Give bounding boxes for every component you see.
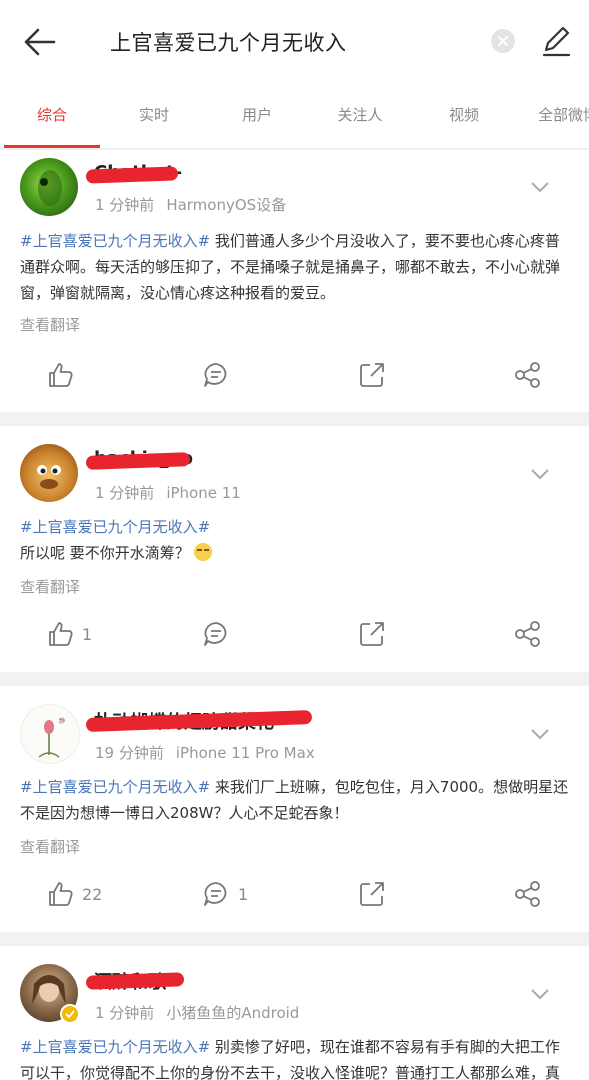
- comment-icon: [204, 363, 227, 387]
- post-source: HarmonyOS设备: [166, 196, 287, 214]
- tab-users[interactable]: 用户: [205, 82, 309, 148]
- tab-realtime[interactable]: 实时: [102, 82, 206, 148]
- like-button[interactable]: 1: [46, 614, 92, 654]
- post-actions: 1: [0, 614, 589, 654]
- chevron-down-icon[interactable]: [528, 722, 552, 746]
- chevron-down-icon[interactable]: [528, 175, 552, 199]
- chevron-down-icon[interactable]: [528, 982, 552, 1006]
- repost-button[interactable]: [358, 355, 386, 395]
- filter-tabs: 综合 实时 用户 关注人 视频 全部微博: [0, 82, 589, 149]
- post-time: 1 分钟前: [95, 484, 155, 502]
- view-translation-link[interactable]: 查看翻译: [20, 314, 80, 335]
- share-nodes-icon: [515, 881, 540, 907]
- comment-button[interactable]: [202, 355, 238, 395]
- post-text: #上官喜爱已九个月无收入# 所以呢 要不你开水滴筹？: [20, 518, 212, 562]
- post-card[interactable]: backix_ao 1 分钟前iPhone 11 #上官喜爱已九个月无收入#所以…: [0, 426, 589, 672]
- thumbs-up-icon: [49, 363, 73, 387]
- share-button[interactable]: [514, 614, 542, 654]
- tab-video[interactable]: 视频: [412, 82, 516, 148]
- comment-button[interactable]: 1: [202, 874, 248, 914]
- repost-button[interactable]: [358, 614, 386, 654]
- post-source: 小猪鱼鱼的Android: [166, 1004, 300, 1022]
- share-external-icon: [360, 622, 384, 646]
- post-meta: 1 分钟前 HarmonyOS设备: [95, 194, 286, 215]
- comment-count: 1: [238, 884, 249, 904]
- compose-icon[interactable]: [538, 22, 574, 58]
- post-text: #上官喜爱已九个月无收入# 来我们厂上班嘛，包吃包住，月入7000。想做明星还不…: [20, 778, 569, 822]
- comment-button[interactable]: [202, 614, 238, 654]
- clear-search-icon[interactable]: [491, 29, 515, 53]
- repost-button[interactable]: [358, 874, 386, 914]
- tab-comprehensive[interactable]: 综合: [0, 82, 104, 148]
- back-arrow-icon[interactable]: [22, 24, 58, 60]
- hashtag-link[interactable]: #上官喜爱已九个月无收入#: [20, 232, 210, 250]
- view-translation-link[interactable]: 查看翻译: [20, 576, 80, 597]
- post-time: 19 分钟前: [95, 744, 164, 762]
- like-count: 22: [82, 884, 103, 904]
- emoji-icon: [193, 543, 212, 561]
- search-header: 上官喜爱已九个月无收入: [0, 0, 589, 82]
- active-tab-indicator: [4, 145, 100, 148]
- hashtag-link[interactable]: #上官喜爱已九个月无收入#: [20, 778, 210, 796]
- verified-badge-icon: [60, 1004, 80, 1024]
- share-nodes-icon: [515, 621, 540, 647]
- svg-text:静: 静: [59, 717, 65, 725]
- view-translation-link[interactable]: 查看翻译: [20, 836, 80, 857]
- username-redaction: [85, 972, 185, 990]
- comment-icon: [204, 882, 227, 906]
- post-card[interactable]: 酒醉和歌 1 分钟前小猪鱼鱼的Android #上官喜爱已九个月无收入# 别卖惨…: [0, 946, 589, 1080]
- post-source: iPhone 11 Pro Max: [175, 744, 315, 762]
- post-time: 1 分钟前: [95, 196, 155, 214]
- post-meta: 19 分钟前 iPhone 11 Pro Max: [95, 742, 315, 763]
- post-card[interactable]: Chatbot- 1 分钟前HarmonyOS设备 #上官喜爱已九个月无收入# …: [0, 150, 589, 412]
- avatar[interactable]: [20, 158, 78, 216]
- share-external-icon: [360, 882, 384, 906]
- hashtag-link[interactable]: #上官喜爱已九个月无收入#: [20, 1038, 210, 1056]
- post-card[interactable]: 静 扑动蝴蝶的翅膀甜菜花 19 分钟前iPhone 11 Pro Max #上官…: [0, 686, 589, 932]
- post-actions: 22 1: [0, 874, 589, 914]
- like-button[interactable]: [46, 355, 82, 395]
- like-button[interactable]: 22: [46, 874, 102, 914]
- tab-followed[interactable]: 关注人: [308, 82, 412, 148]
- share-button[interactable]: [514, 874, 542, 914]
- thumbs-up-icon: [49, 882, 73, 906]
- post-text: #上官喜爱已九个月无收入# 别卖惨了好吧，现在谁都不容易有手有脚的大把工作可以干…: [20, 1038, 561, 1080]
- search-query[interactable]: 上官喜爱已九个月无收入: [110, 27, 347, 57]
- post-actions: [0, 355, 589, 395]
- avatar[interactable]: [20, 444, 78, 502]
- post-text: #上官喜爱已九个月无收入# 我们普通人多少个月没收入了，要不要也心疼心疼普通群众…: [20, 232, 561, 302]
- post-source: iPhone 11: [166, 484, 241, 502]
- post-meta: 1 分钟前 iPhone 11: [95, 482, 241, 503]
- share-nodes-icon: [515, 362, 540, 388]
- post-meta: 1 分钟前 小猪鱼鱼的Android: [95, 1002, 299, 1023]
- chevron-down-icon[interactable]: [528, 462, 552, 486]
- avatar[interactable]: 静: [20, 704, 80, 764]
- hashtag-link[interactable]: #上官喜爱已九个月无收入#: [20, 518, 210, 536]
- comment-icon: [204, 622, 227, 646]
- tab-all-posts[interactable]: 全部微博: [510, 82, 589, 148]
- thumbs-up-icon: [49, 622, 73, 646]
- share-external-icon: [360, 363, 384, 387]
- post-time: 1 分钟前: [95, 1004, 155, 1022]
- share-button[interactable]: [514, 355, 542, 395]
- like-count: 1: [82, 624, 93, 644]
